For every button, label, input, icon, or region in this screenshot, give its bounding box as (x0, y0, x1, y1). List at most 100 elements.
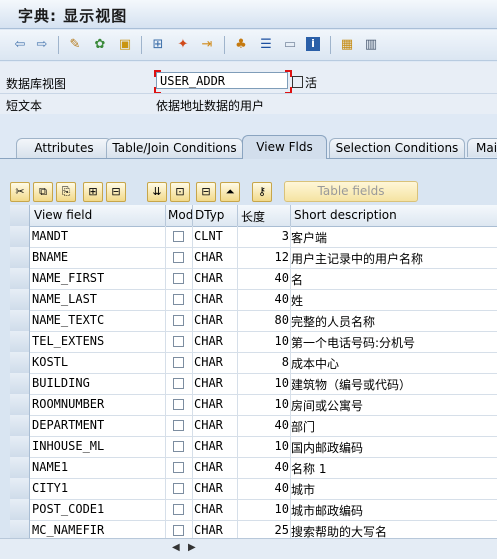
info-icon[interactable]: i (306, 37, 320, 51)
mod-checkbox[interactable] (173, 483, 184, 494)
mod-checkbox[interactable] (173, 504, 184, 515)
paste-icon[interactable]: ⎘ (56, 182, 76, 202)
scroll-up-icon[interactable]: ⏶ (220, 182, 240, 202)
table-row[interactable]: TEL_EXTENS CHAR 10 第一个电话号码:分机号 (10, 331, 497, 353)
tab-table-join-conditions[interactable]: Table/Join Conditions (106, 138, 243, 158)
view-field-cell[interactable]: NAME1 (32, 460, 68, 474)
view-field-cell[interactable]: NAME_TEXTC (32, 313, 104, 327)
table-row[interactable]: INHOUSE_ML CHAR 10 国内邮政编码 (10, 436, 497, 458)
table-row[interactable]: MANDT CLNT 3 客户端 (10, 226, 497, 248)
view-field-cell[interactable]: TEL_EXTENS (32, 334, 104, 348)
insert-row-icon[interactable]: ⊞ (83, 182, 103, 202)
row-selector[interactable] (10, 331, 30, 352)
display-object-icon[interactable]: ▭ (282, 37, 298, 53)
tab-attributes[interactable]: Attributes (16, 138, 112, 158)
copy-icon[interactable]: ⧉ (33, 182, 53, 202)
mod-checkbox[interactable] (173, 399, 184, 410)
cut-icon[interactable]: ✂ (10, 182, 30, 202)
mod-checkbox[interactable] (173, 252, 184, 263)
tab-maintenance-status[interactable]: Mai (467, 138, 497, 157)
column-header-dtyp[interactable]: DTyp (195, 208, 224, 222)
mod-checkbox[interactable] (173, 378, 184, 389)
row-selector[interactable] (10, 436, 30, 457)
view-name-field[interactable]: USER_ADDR (156, 72, 288, 89)
horizontal-scrollbar[interactable]: ◀ ▶ (0, 538, 497, 559)
row-selector[interactable] (10, 394, 30, 415)
view-field-cell[interactable]: NAME_LAST (32, 292, 97, 306)
activate-icon[interactable]: ▣ (117, 37, 133, 53)
view-field-cell[interactable]: KOSTL (32, 355, 68, 369)
forward-icon[interactable]: ⇨ (34, 37, 50, 53)
table-row[interactable]: BUILDING CHAR 10 建筑物（编号或代码） (10, 373, 497, 395)
scroll-right-icon[interactable]: ▶ (188, 542, 196, 553)
delete-row-icon[interactable]: ⊟ (106, 182, 126, 202)
select-all-icon[interactable]: ⊡ (170, 182, 190, 202)
view-field-cell[interactable]: BNAME (32, 250, 68, 264)
table-row[interactable]: MC_NAMEFIR CHAR 25 搜索帮助的大写名 (10, 520, 497, 538)
row-selector[interactable] (10, 310, 30, 331)
view-field-cell[interactable]: INHOUSE_ML (32, 439, 104, 453)
table-icon[interactable]: ▥ (363, 37, 379, 53)
other-object-icon[interactable]: ✿ (92, 37, 108, 53)
view-field-cell[interactable]: POST_CODE1 (32, 502, 104, 516)
row-selector[interactable] (10, 352, 30, 373)
mod-checkbox[interactable] (173, 525, 184, 536)
row-selector[interactable] (10, 478, 30, 499)
row-selector[interactable] (10, 247, 30, 268)
column-header-length[interactable]: 长度 (241, 208, 265, 225)
row-selector[interactable] (10, 373, 30, 394)
hierarchy-icon[interactable]: ♣ (233, 37, 249, 53)
row-selector[interactable] (10, 226, 30, 247)
view-field-cell[interactable]: ROOMNUMBER (32, 397, 104, 411)
column-header-mod[interactable]: Mod (168, 208, 193, 222)
row-selector[interactable] (10, 268, 30, 289)
mod-checkbox[interactable] (173, 441, 184, 452)
mod-checkbox[interactable] (173, 336, 184, 347)
navigate-icon[interactable]: ⇥ (199, 37, 215, 53)
mod-checkbox[interactable] (173, 357, 184, 368)
row-selector[interactable] (10, 499, 30, 520)
row-selector[interactable] (10, 415, 30, 436)
object-list-icon[interactable]: ✦ (175, 37, 191, 53)
mod-checkbox[interactable] (173, 231, 184, 242)
table-row[interactable]: POST_CODE1 CHAR 10 城市邮政编码 (10, 499, 497, 521)
table-row[interactable]: CITY1 CHAR 40 城市 (10, 478, 497, 500)
key-icon[interactable]: ⚷ (252, 182, 272, 202)
mod-checkbox[interactable] (173, 294, 184, 305)
view-field-cell[interactable]: MC_NAMEFIR (32, 523, 104, 537)
row-selector[interactable] (10, 289, 30, 310)
technical-settings-icon[interactable]: ☰ (258, 37, 274, 53)
row-selector[interactable] (10, 520, 30, 538)
view-field-cell[interactable]: CITY1 (32, 481, 68, 495)
display-change-icon[interactable]: ✎ (67, 37, 83, 53)
mod-checkbox[interactable] (173, 420, 184, 431)
mod-checkbox[interactable] (173, 462, 184, 473)
back-icon[interactable]: ⇦ (12, 37, 28, 53)
column-header-view-field[interactable]: View field (34, 208, 92, 222)
table-row[interactable]: KOSTL CHAR 8 成本中心 (10, 352, 497, 374)
view-field-cell[interactable]: NAME_FIRST (32, 271, 104, 285)
select-all-cell[interactable] (10, 205, 30, 226)
column-header-short-description[interactable]: Short description (294, 208, 397, 222)
deselect-icon[interactable]: ⊟ (196, 182, 216, 202)
table-row[interactable]: ROOMNUMBER CHAR 10 房间或公寓号 (10, 394, 497, 416)
table-row[interactable]: DEPARTMENT CHAR 40 部门 (10, 415, 497, 437)
view-field-cell[interactable]: MANDT (32, 229, 68, 243)
view-field-cell[interactable]: DEPARTMENT (32, 418, 104, 432)
table-row[interactable]: NAME_FIRST CHAR 40 名 (10, 268, 497, 290)
layout-icon[interactable]: ▦ (339, 37, 355, 53)
view-field-cell[interactable]: BUILDING (32, 376, 90, 390)
scroll-left-icon[interactable]: ◀ (172, 542, 180, 553)
tab-view-fields[interactable]: View Flds (242, 135, 327, 159)
table-fields-button[interactable]: Table fields (284, 181, 418, 202)
table-row[interactable]: NAME_TEXTC CHAR 80 完整的人员名称 (10, 310, 497, 332)
table-row[interactable]: BNAME CHAR 12 用户主记录中的用户名称 (10, 247, 497, 269)
table-row[interactable]: NAME_LAST CHAR 40 姓 (10, 289, 497, 311)
tab-selection-conditions[interactable]: Selection Conditions (329, 138, 465, 158)
table-row[interactable]: NAME1 CHAR 40 名称 1 (10, 457, 497, 479)
row-selector[interactable] (10, 457, 30, 478)
mod-checkbox[interactable] (173, 273, 184, 284)
where-used-icon[interactable]: ⊞ (150, 37, 166, 53)
sort-icon[interactable]: ⇊ (147, 182, 167, 202)
mod-checkbox[interactable] (173, 315, 184, 326)
